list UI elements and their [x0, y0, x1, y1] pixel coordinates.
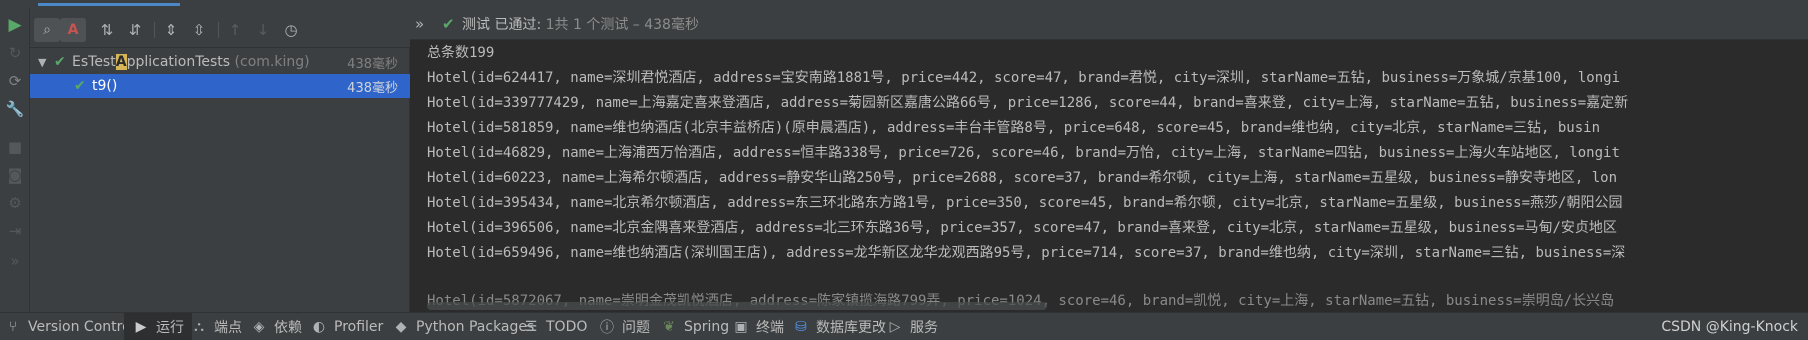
tool-tab-version-control[interactable]: ⑂ Version Control — [4, 313, 135, 340]
collapse-panel-icon[interactable]: » — [415, 15, 424, 33]
tool-window-bar: ⑂ Version Control ▶ 运行 ⛬ 端点 ◈ 依赖 ◐ Profiler ◆… — [0, 312, 1808, 340]
show-passed-filter-button[interactable]: ⌕ — [34, 18, 60, 42]
horizontal-scrollbar[interactable] — [427, 302, 1047, 310]
tool-tab-database-changes[interactable]: ⛁ 数据库更改 — [792, 313, 886, 340]
expand-all-icon[interactable]: ⇕ — [158, 18, 184, 42]
console-output[interactable]: 总条数199 Hotel(id=624417, name=深圳君悦酒店, add… — [410, 40, 1808, 312]
test-class-name: EsTestApplicationTests (com.king) — [72, 54, 310, 70]
rerun-failed-icon[interactable]: ↻ — [4, 42, 26, 64]
tool-tab-run[interactable]: ▶ 运行 — [124, 313, 192, 340]
console-line: Hotel(id=581859, name=维也纳酒店(北京丰益桥店)(原申晨酒… — [427, 120, 1601, 136]
test-method-name: t9() — [92, 78, 118, 94]
tool-tab-services[interactable]: ▷ 服务 — [886, 313, 938, 340]
todo-icon: ☰ — [524, 318, 538, 335]
test-results-tree: ▼ ✔ EsTestApplicationTests (com.king) 43… — [30, 48, 410, 312]
toggle-auto-test-icon[interactable]: ⟳ — [4, 70, 26, 92]
services-icon: ▷ — [889, 318, 901, 335]
console-line: Hotel(id=624417, name=深圳君悦酒店, address=宝安… — [427, 70, 1621, 86]
toolbar-divider — [154, 22, 155, 38]
tool-tab-python-packages[interactable]: ◆ Python Packages — [392, 313, 535, 340]
tree-node-test-method[interactable]: ✔ t9() 438毫秒 — [30, 74, 410, 98]
console-line: Hotel(id=396506, name=北京金隅喜来登酒店, address… — [427, 220, 1617, 236]
test-passed-check-icon: ✔ — [54, 54, 66, 70]
test-class-duration: 438毫秒 — [347, 56, 398, 72]
test-method-duration: 438毫秒 — [347, 80, 398, 96]
tool-tab-todo[interactable]: ☰ TODO — [522, 313, 588, 340]
search-icon: ⌕ — [43, 22, 51, 38]
console-line: Hotel(id=60223, name=上海希尔顿酒店, address=静安… — [427, 170, 1618, 186]
tool-tab-terminal[interactable]: ▣ 终端 — [732, 313, 784, 340]
test-status-bar: » ✔ 测试 已通过: 1共 1 个测试 – 438毫秒 — [410, 8, 1808, 40]
console-line: Hotel(id=339777429, name=上海嘉定喜来登酒店, addr… — [427, 95, 1629, 111]
active-run-tab[interactable] — [38, 0, 180, 6]
branch-icon: ⑂ — [8, 318, 18, 335]
watermark-text: CSDN @King-Knock — [1661, 318, 1798, 335]
search-filter-letter: A — [67, 22, 79, 38]
console-line: Hotel(id=395434, name=北京希尔顿酒店, address=东… — [427, 195, 1623, 211]
tool-tab-dependencies[interactable]: ◈ 依赖 — [250, 313, 302, 340]
console-line: 总条数199 — [427, 45, 495, 61]
settings-wrench-icon[interactable]: 🔧 — [4, 98, 26, 120]
test-status-text: 测试 已通过: 1共 1 个测试 – 438毫秒 — [462, 16, 699, 33]
database-changes-icon: ⛁ — [795, 318, 807, 335]
gear-icon[interactable]: ⚙ — [4, 192, 26, 214]
test-history-clock-icon[interactable]: ◷ — [278, 18, 304, 42]
profiler-icon: ◐ — [312, 318, 326, 335]
next-failed-icon[interactable]: ↓ — [250, 18, 276, 42]
stop-icon[interactable]: ■ — [4, 136, 26, 158]
tree-node-test-class[interactable]: ▼ ✔ EsTestApplicationTests (com.king) 43… — [30, 50, 410, 74]
python-packages-icon: ◆ — [395, 318, 407, 335]
chevron-down-icon[interactable]: ▼ — [38, 56, 46, 69]
test-toolbar: ⌕ A ⇅ ⇵ ⇕ ⇳ ↑ ↓ ◷ — [30, 8, 410, 48]
camera-icon[interactable]: ◙ — [4, 164, 26, 186]
more-icon[interactable]: » — [4, 250, 26, 272]
sort-alphabetically-icon[interactable]: ⇅ — [94, 18, 120, 42]
collapse-all-icon[interactable]: ⇳ — [186, 18, 212, 42]
exit-icon[interactable]: ⇥ — [4, 220, 26, 242]
tests-passed-check-icon: ✔ — [442, 14, 455, 33]
toolbar-divider — [218, 22, 219, 38]
show-ignored-filter-button[interactable]: A — [60, 18, 86, 42]
sort-by-duration-icon[interactable]: ⇵ — [122, 18, 148, 42]
previous-failed-icon[interactable]: ↑ — [222, 18, 248, 42]
rerun-icon[interactable]: ▶ — [4, 14, 26, 36]
tool-tab-profiler[interactable]: ◐ Profiler — [310, 313, 383, 340]
console-line: Hotel(id=659496, name=维也纳酒店(深圳国王店), addr… — [427, 245, 1626, 261]
dependencies-icon: ◈ — [253, 318, 265, 335]
run-icon: ▶ — [135, 318, 147, 335]
tool-tab-problems[interactable]: ⓘ 问题 — [598, 313, 650, 340]
tool-tab-spring[interactable]: ❦ Spring — [660, 313, 729, 340]
tool-tab-endpoints[interactable]: ⛬ 端点 — [190, 313, 242, 340]
run-left-toolbar: ▶ ↻ ⟳ 🔧 ■ ◙ ⚙ ⇥ » — [0, 8, 30, 312]
endpoints-icon: ⛬ — [194, 318, 204, 335]
console-line: Hotel(id=46829, name=上海浦西万怡酒店, address=恒… — [427, 145, 1620, 161]
problems-icon: ⓘ — [600, 319, 614, 336]
tool-window-tab-strip — [0, 0, 1808, 8]
spring-icon: ❦ — [663, 318, 675, 335]
terminal-icon: ▣ — [734, 318, 748, 335]
test-passed-check-icon: ✔ — [74, 78, 86, 94]
